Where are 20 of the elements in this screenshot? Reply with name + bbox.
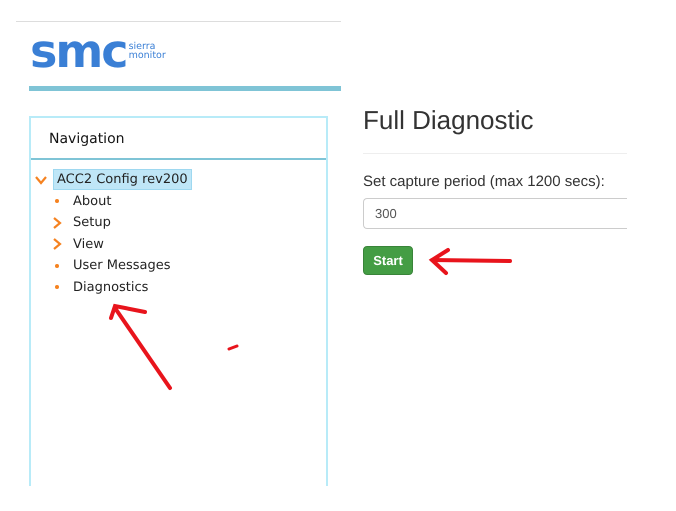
chevron-right-icon[interactable] — [51, 238, 63, 250]
bullet-icon — [55, 199, 59, 204]
tree-item[interactable]: ACC2 Config rev200 — [53, 169, 192, 190]
annotation-mark — [227, 344, 239, 351]
capture-period-field[interactable]: 300 — [363, 198, 627, 229]
logo-text: sierra — [128, 42, 156, 51]
tree-item[interactable]: User Messages — [69, 255, 175, 276]
field-label: Set capture period (max 1200 secs): — [363, 172, 606, 192]
tree-item[interactable]: Diagnostics — [69, 276, 152, 298]
tree-item[interactable]: View — [69, 234, 108, 255]
page-title: Full Diagnostic — [363, 104, 535, 136]
navigation-title: Navigation — [49, 130, 125, 149]
chevron-down-icon[interactable] — [35, 174, 47, 186]
bullet-icon — [55, 264, 59, 268]
chevron-right-icon[interactable] — [51, 216, 63, 229]
logo-text: monitor — [128, 51, 166, 60]
bullet-icon — [55, 285, 59, 290]
tree-item[interactable]: Setup — [69, 212, 115, 234]
logo-mark: smc — [30, 34, 127, 68]
tree-item[interactable]: About — [69, 190, 116, 212]
